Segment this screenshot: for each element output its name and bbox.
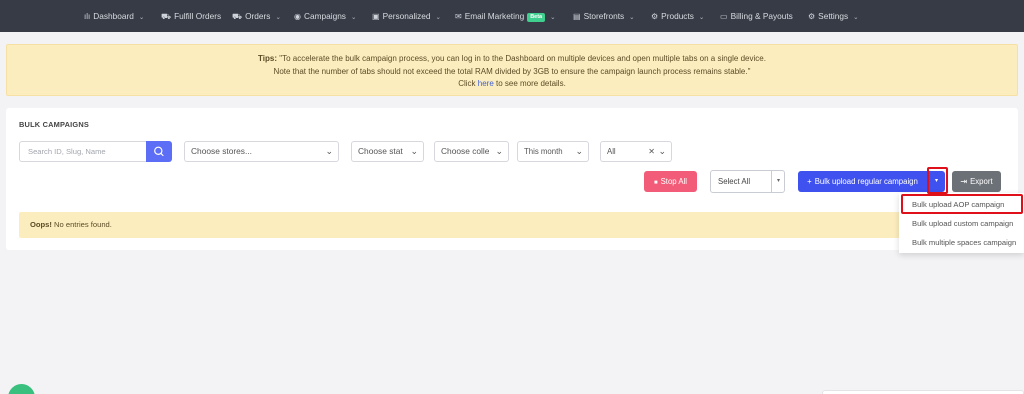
beta-badge: Beta	[527, 13, 546, 22]
nav-label: Settings	[818, 11, 849, 21]
collection-select-value: Choose colle	[441, 146, 490, 156]
chevron-down-icon: ⌄	[495, 146, 503, 156]
collection-select[interactable]: Choose colle ⌄	[434, 141, 509, 162]
chevron-down-icon: ⌄	[550, 14, 556, 21]
period-select-value: This month	[524, 147, 563, 156]
image-icon: ▣	[372, 12, 380, 21]
chevron-down-icon: ⌄	[325, 146, 333, 156]
bulk-upload-menu: Bulk upload AOP campaign Bulk upload cus…	[899, 193, 1024, 253]
nav-label: Products	[661, 11, 694, 21]
nav-label: Orders	[245, 11, 271, 21]
caret-down-icon: ▾	[934, 178, 938, 184]
tips-text-3: Click	[458, 79, 478, 89]
cart-icon: ⛟	[161, 12, 172, 21]
nav-item-personalized[interactable]: ▣ Personalized ⌄	[372, 0, 441, 32]
tips-text-3-end: to see more details.	[493, 79, 566, 89]
nav-item-settings[interactable]: ⚙ Settings ⌄	[808, 0, 859, 32]
tips-here-link[interactable]: here	[478, 79, 494, 88]
chevron-down-icon: ⌄	[350, 14, 357, 21]
export-button[interactable]: ⇥ Export	[952, 171, 1001, 192]
stop-all-button[interactable]: ■ Stop All	[644, 171, 697, 192]
stop-all-label: Stop All	[660, 177, 688, 186]
nav-label: Billing & Payouts	[730, 11, 793, 21]
caret-down-icon: ▾	[777, 178, 781, 184]
status-select-value: Choose stat	[358, 146, 403, 156]
search-icon	[154, 146, 164, 157]
chevron-down-icon: ⌄	[853, 14, 859, 21]
export-icon: ⇥	[960, 177, 968, 186]
divider	[771, 171, 772, 192]
page-title: BULK CAMPAIGNS	[19, 120, 89, 129]
chat-bubble-icon[interactable]	[8, 384, 35, 394]
nav-item-campaigns[interactable]: ◉ Campaigns ⌄	[294, 0, 356, 32]
mail-icon: ✉	[455, 12, 462, 21]
store-icon: ▤	[573, 12, 581, 21]
tips-prefix: Tips:	[258, 54, 278, 63]
chevron-down-icon: ⌄	[275, 14, 281, 21]
clear-icon[interactable]: ✕	[648, 142, 655, 161]
tips-banner: Tips: "To accelerate the bulk campaign p…	[6, 44, 1018, 96]
bulk-campaigns-card: BULK CAMPAIGNS Search ID, Slug, Name Cho…	[6, 108, 1018, 250]
export-label: Export	[970, 177, 993, 186]
chevron-down-icon: ⌄	[138, 14, 145, 21]
chevron-down-icon: ⌄	[658, 146, 666, 156]
nav-label: Fulfill Orders	[174, 11, 222, 21]
nav-item-email-marketing[interactable]: ✉ Email Marketing Beta ⌄	[455, 0, 556, 32]
tips-text-1: "To accelerate the bulk campaign process…	[277, 54, 766, 63]
search-button[interactable]	[146, 141, 172, 162]
search-input[interactable]: Search ID, Slug, Name	[19, 141, 146, 162]
package-icon: ⚙	[651, 12, 659, 21]
tips-line-3: Click here to see more details.	[7, 78, 1017, 91]
nav-label: Storefronts	[583, 11, 625, 21]
bulk-upload-regular-label: Bulk upload regular campaign	[814, 177, 918, 186]
menu-item-custom[interactable]: Bulk upload custom campaign	[899, 214, 1024, 233]
chevron-down-icon: ⌄	[698, 14, 705, 21]
chevron-down-icon: ⌄	[410, 146, 418, 156]
stop-icon: ■	[653, 180, 658, 186]
bulk-upload-toggle-button[interactable]: ▾	[928, 171, 945, 192]
chevron-down-icon: ⌄	[575, 146, 583, 156]
nav-label: Email Marketing	[464, 11, 525, 21]
nav-item-orders[interactable]: ⛟ Orders ⌄	[232, 0, 281, 32]
nav-item-fulfill-orders[interactable]: ⛟ Fulfill Orders	[161, 0, 221, 32]
chevron-down-icon: ⌄	[435, 14, 441, 21]
menu-item-aop[interactable]: Bulk upload AOP campaign	[899, 195, 1024, 214]
empty-state-text: No entries found.	[51, 220, 112, 229]
plus-icon: +	[807, 177, 812, 186]
type-select[interactable]: All ✕ ⌄	[600, 141, 672, 162]
select-all-dropdown[interactable]: Select All ▾	[710, 170, 785, 193]
card-icon: ▭	[720, 12, 728, 21]
chart-bar-icon: ılı	[84, 12, 91, 21]
top-navbar: ılı Dashboard ⌄ ⛟ Fulfill Orders ⛟ Orders ⌄ ◉…	[0, 0, 1024, 32]
gear-icon: ⚙	[808, 12, 816, 21]
empty-state-alert: Oops! No entries found.	[19, 212, 1011, 238]
bulk-upload-regular-button[interactable]: + Bulk upload regular campaign	[798, 171, 927, 192]
nav-item-products[interactable]: ⚙ Products ⌄	[651, 0, 704, 32]
nav-label: Campaigns	[303, 11, 346, 21]
empty-state-bold: Oops!	[30, 220, 52, 229]
chevron-down-icon: ⌄	[629, 14, 635, 21]
nav-label: Personalized	[382, 11, 431, 21]
stores-select-value: Choose stores...	[191, 146, 252, 156]
type-select-value: All	[607, 147, 616, 156]
nav-label: Dashboard	[93, 11, 134, 21]
stores-select[interactable]: Choose stores... ⌄	[184, 141, 339, 162]
nav-item-billing-payouts[interactable]: ▭ Billing & Payouts	[720, 0, 793, 32]
select-all-label: Select All	[718, 177, 751, 186]
menu-item-multiple-spaces[interactable]: Bulk multiple spaces campaign	[899, 233, 1024, 252]
tips-line-2: Note that the number of tabs should not …	[273, 66, 751, 76]
cart-icon: ⛟	[232, 12, 243, 21]
corner-widget	[822, 390, 1024, 394]
nav-item-storefronts[interactable]: ▤ Storefronts ⌄	[573, 0, 635, 32]
status-select[interactable]: Choose stat ⌄	[351, 141, 424, 162]
period-select[interactable]: This month ⌄	[517, 141, 589, 162]
target-icon: ◉	[294, 12, 301, 21]
nav-item-dashboard[interactable]: ılı Dashboard ⌄	[84, 0, 144, 32]
tips-line-1: Tips: "To accelerate the bulk campaign p…	[7, 53, 1017, 66]
